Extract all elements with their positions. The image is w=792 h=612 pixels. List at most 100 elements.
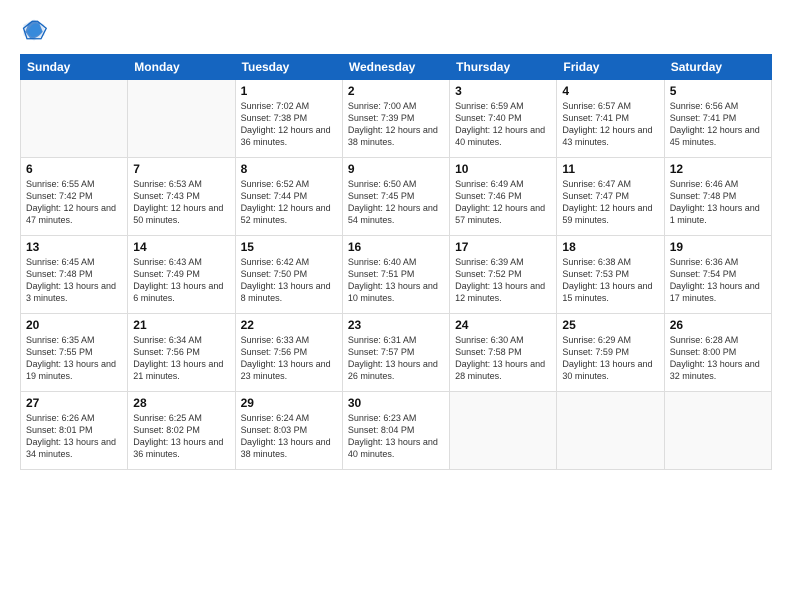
day-number: 13 [26,240,122,254]
calendar-cell: 30 Sunrise: 6:23 AM Sunset: 8:04 PM Dayli… [342,392,449,470]
day-number: 7 [133,162,229,176]
calendar-header-tuesday: Tuesday [235,55,342,80]
day-number: 20 [26,318,122,332]
day-info: Sunrise: 6:33 AM Sunset: 7:56 PM Dayligh… [241,334,337,383]
day-info: Sunrise: 6:28 AM Sunset: 8:00 PM Dayligh… [670,334,766,383]
day-number: 15 [241,240,337,254]
day-info: Sunrise: 6:57 AM Sunset: 7:41 PM Dayligh… [562,100,658,149]
day-info: Sunrise: 6:42 AM Sunset: 7:50 PM Dayligh… [241,256,337,305]
day-info: Sunrise: 7:02 AM Sunset: 7:38 PM Dayligh… [241,100,337,149]
day-info: Sunrise: 6:26 AM Sunset: 8:01 PM Dayligh… [26,412,122,461]
calendar-table: SundayMondayTuesdayWednesdayThursdayFrid… [20,54,772,470]
calendar-cell: 26 Sunrise: 6:28 AM Sunset: 8:00 PM Dayli… [664,314,771,392]
day-info: Sunrise: 6:56 AM Sunset: 7:41 PM Dayligh… [670,100,766,149]
day-number: 19 [670,240,766,254]
day-number: 16 [348,240,444,254]
calendar-cell: 17Sunrise: 6:39 AM Sunset: 7:52 PM Dayli… [450,236,557,314]
calendar-cell: 11 Sunrise: 6:47 AM Sunset: 7:47 PM Dayli… [557,158,664,236]
day-info: Sunrise: 6:53 AM Sunset: 7:43 PM Dayligh… [133,178,229,227]
calendar-cell: 9 Sunrise: 6:50 AM Sunset: 7:45 PM Daylig… [342,158,449,236]
day-number: 28 [133,396,229,410]
day-number: 5 [670,84,766,98]
day-number: 1 [241,84,337,98]
calendar-cell: 24Sunrise: 6:30 AM Sunset: 7:58 PM Dayli… [450,314,557,392]
calendar-cell [664,392,771,470]
day-number: 12 [670,162,766,176]
calendar-cell: 18 Sunrise: 6:38 AM Sunset: 7:53 PM Dayli… [557,236,664,314]
calendar-cell: 25 Sunrise: 6:29 AM Sunset: 7:59 PM Dayli… [557,314,664,392]
calendar-week-5: 27 Sunrise: 6:26 AM Sunset: 8:01 PM Dayli… [21,392,772,470]
calendar-cell: 19 Sunrise: 6:36 AM Sunset: 7:54 PM Dayli… [664,236,771,314]
calendar-cell: 22 Sunrise: 6:33 AM Sunset: 7:56 PM Dayli… [235,314,342,392]
day-info: Sunrise: 6:59 AM Sunset: 7:40 PM Dayligh… [455,100,551,149]
day-number: 29 [241,396,337,410]
day-info: Sunrise: 6:36 AM Sunset: 7:54 PM Dayligh… [670,256,766,305]
day-info: Sunrise: 6:23 AM Sunset: 8:04 PM Dayligh… [348,412,444,461]
day-number: 24 [455,318,551,332]
day-info: Sunrise: 6:29 AM Sunset: 7:59 PM Dayligh… [562,334,658,383]
day-info: Sunrise: 6:47 AM Sunset: 7:47 PM Dayligh… [562,178,658,227]
logo [20,16,52,44]
calendar-cell: 6 Sunrise: 6:55 AM Sunset: 7:42 PM Daylig… [21,158,128,236]
day-number: 22 [241,318,337,332]
calendar-cell: 21Sunrise: 6:34 AM Sunset: 7:56 PM Dayli… [128,314,235,392]
day-info: Sunrise: 6:46 AM Sunset: 7:48 PM Dayligh… [670,178,766,227]
day-info: Sunrise: 6:38 AM Sunset: 7:53 PM Dayligh… [562,256,658,305]
calendar-cell [21,80,128,158]
day-info: Sunrise: 6:55 AM Sunset: 7:42 PM Dayligh… [26,178,122,227]
day-number: 26 [670,318,766,332]
calendar-header-saturday: Saturday [664,55,771,80]
calendar-header-sunday: Sunday [21,55,128,80]
calendar-week-2: 6 Sunrise: 6:55 AM Sunset: 7:42 PM Daylig… [21,158,772,236]
calendar-cell [128,80,235,158]
day-number: 23 [348,318,444,332]
calendar-cell: 5 Sunrise: 6:56 AM Sunset: 7:41 PM Daylig… [664,80,771,158]
calendar-cell: 1 Sunrise: 7:02 AM Sunset: 7:38 PM Daylig… [235,80,342,158]
calendar-cell: 14 Sunrise: 6:43 AM Sunset: 7:49 PM Dayli… [128,236,235,314]
logo-icon [20,16,48,44]
day-number: 17 [455,240,551,254]
calendar-cell: 8 Sunrise: 6:52 AM Sunset: 7:44 PM Daylig… [235,158,342,236]
calendar-header-monday: Monday [128,55,235,80]
day-info: Sunrise: 6:24 AM Sunset: 8:03 PM Dayligh… [241,412,337,461]
header [20,16,772,44]
calendar-cell [557,392,664,470]
day-number: 21 [133,318,229,332]
calendar-week-3: 13 Sunrise: 6:45 AM Sunset: 7:48 PM Dayli… [21,236,772,314]
day-info: Sunrise: 7:00 AM Sunset: 7:39 PM Dayligh… [348,100,444,149]
calendar-cell: 10 Sunrise: 6:49 AM Sunset: 7:46 PM Dayli… [450,158,557,236]
day-number: 8 [241,162,337,176]
day-number: 10 [455,162,551,176]
day-number: 18 [562,240,658,254]
calendar-header-friday: Friday [557,55,664,80]
calendar-week-1: 1 Sunrise: 7:02 AM Sunset: 7:38 PM Daylig… [21,80,772,158]
day-info: Sunrise: 6:25 AM Sunset: 8:02 PM Dayligh… [133,412,229,461]
day-number: 2 [348,84,444,98]
day-number: 25 [562,318,658,332]
day-number: 27 [26,396,122,410]
day-number: 3 [455,84,551,98]
day-number: 30 [348,396,444,410]
calendar-cell: 13 Sunrise: 6:45 AM Sunset: 7:48 PM Dayli… [21,236,128,314]
calendar-week-4: 20Sunrise: 6:35 AM Sunset: 7:55 PM Dayli… [21,314,772,392]
calendar-header-thursday: Thursday [450,55,557,80]
page: SundayMondayTuesdayWednesdayThursdayFrid… [0,0,792,612]
day-info: Sunrise: 6:52 AM Sunset: 7:44 PM Dayligh… [241,178,337,227]
calendar-header-row: SundayMondayTuesdayWednesdayThursdayFrid… [21,55,772,80]
day-info: Sunrise: 6:43 AM Sunset: 7:49 PM Dayligh… [133,256,229,305]
calendar-cell: 16 Sunrise: 6:40 AM Sunset: 7:51 PM Dayli… [342,236,449,314]
day-info: Sunrise: 6:49 AM Sunset: 7:46 PM Dayligh… [455,178,551,227]
day-number: 11 [562,162,658,176]
calendar-cell [450,392,557,470]
day-number: 9 [348,162,444,176]
day-info: Sunrise: 6:31 AM Sunset: 7:57 PM Dayligh… [348,334,444,383]
calendar-cell: 20Sunrise: 6:35 AM Sunset: 7:55 PM Dayli… [21,314,128,392]
calendar-cell: 28 Sunrise: 6:25 AM Sunset: 8:02 PM Dayli… [128,392,235,470]
day-number: 4 [562,84,658,98]
day-info: Sunrise: 6:40 AM Sunset: 7:51 PM Dayligh… [348,256,444,305]
day-info: Sunrise: 6:50 AM Sunset: 7:45 PM Dayligh… [348,178,444,227]
day-number: 6 [26,162,122,176]
calendar-cell: 15 Sunrise: 6:42 AM Sunset: 7:50 PM Dayli… [235,236,342,314]
day-number: 14 [133,240,229,254]
day-info: Sunrise: 6:45 AM Sunset: 7:48 PM Dayligh… [26,256,122,305]
